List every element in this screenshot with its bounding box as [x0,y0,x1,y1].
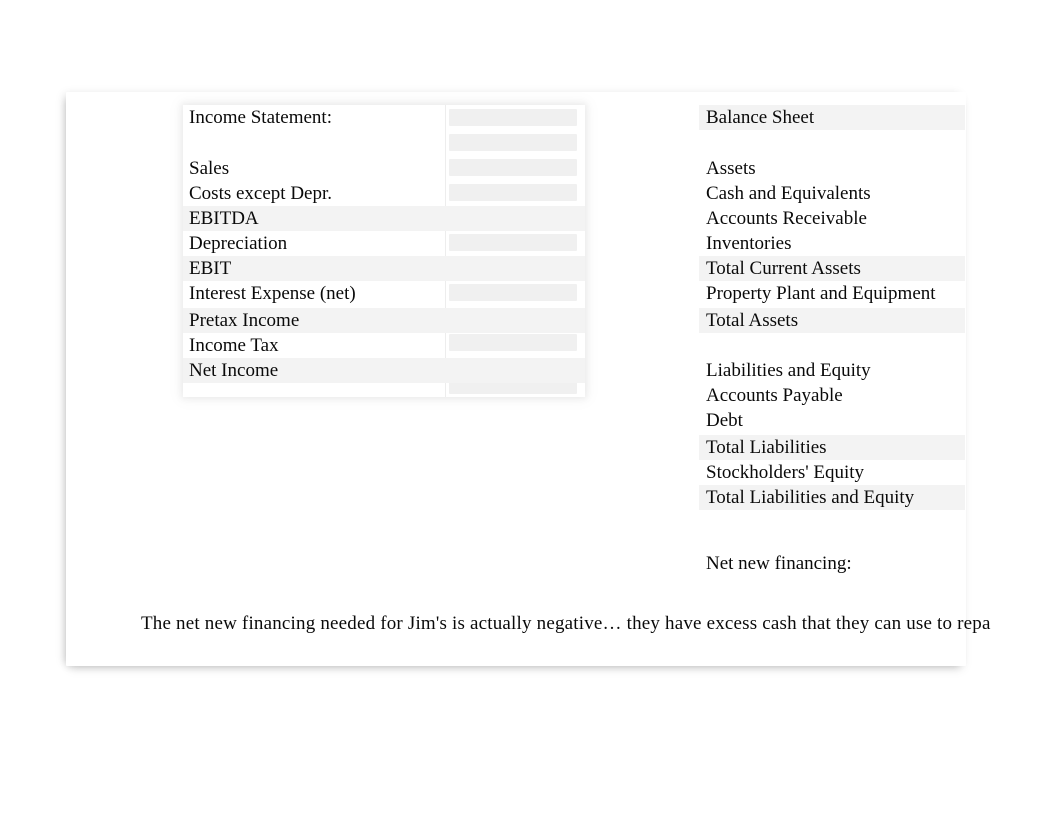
table-row[interactable]: Accounts Receivable [699,206,965,231]
table-row[interactable] [699,333,965,358]
table-row[interactable]: Assets [699,156,965,181]
balance-sheet-title: Balance Sheet [706,107,815,128]
table-row[interactable]: Total Liabilities [699,435,965,460]
table-row[interactable]: Costs except Depr. [183,181,585,206]
table-row[interactable]: Total Liabilities and Equity [699,485,965,510]
table-row[interactable]: Interest Expense (net) [183,281,585,306]
table-row[interactable]: Income Tax [183,333,585,358]
table-row[interactable]: Income Statement: [183,105,585,130]
balance-sheet-label-accounts-receivable: Accounts Receivable [706,208,867,229]
income-statement-label-net-income: Net Income [189,360,279,381]
balance-sheet-label-debt: Debt [706,410,743,431]
table-row[interactable]: Cash and Equivalents [699,181,965,206]
income-statement-label-ebit: EBIT [189,258,232,279]
table-row[interactable]: Accounts Payable [699,383,965,408]
table-row[interactable]: Property Plant and Equipment [699,281,965,306]
balance-sheet-label-total-current-assets: Total Current Assets [706,258,861,279]
income-statement-title: Income Statement: [189,107,332,128]
balance-sheet-label-liabilities-and-equity: Liabilities and Equity [706,360,871,381]
table-row[interactable] [699,130,965,155]
balance-sheet-label-total-assets: Total Assets [706,310,799,331]
table-row[interactable]: Stockholders' Equity [699,460,965,485]
table-row[interactable]: Total Current Assets [699,256,965,281]
income-statement-table[interactable]: Income Statement: Sales Costs except Dep… [183,105,585,397]
balance-sheet-label-assets: Assets [706,158,756,179]
commentary-text: The net new financing needed for Jim's i… [141,613,991,634]
balance-sheet-label-property-plant-and-equipment: Property Plant and Equipment [706,283,936,304]
table-row[interactable]: Pretax Income [183,308,585,333]
table-row[interactable]: Balance Sheet [699,105,965,130]
table-row[interactable]: EBIT [183,256,585,281]
income-statement-label-interest-expense: Interest Expense (net) [189,283,356,304]
income-statement-label-sales: Sales [189,158,230,179]
table-row[interactable]: Sales [183,156,585,181]
table-row[interactable] [183,130,585,155]
income-statement-label-income-tax: Income Tax [189,335,279,356]
balance-sheet-label-accounts-payable: Accounts Payable [706,385,843,406]
net-new-financing-label: Net new financing: [706,553,852,574]
table-row[interactable]: Net Income [183,358,585,383]
slide-canvas: Income Statement: Sales Costs except Dep… [0,0,1062,822]
table-row[interactable]: EBITDA [183,206,585,231]
table-row[interactable]: Total Assets [699,308,965,333]
income-statement-label-depreciation: Depreciation [189,233,288,254]
table-row[interactable]: Inventories [699,231,965,256]
balance-sheet-label-total-liabilities-and-equity: Total Liabilities and Equity [706,487,915,508]
balance-sheet-label-cash-and-equivalents: Cash and Equivalents [706,183,871,204]
balance-sheet-table[interactable]: Balance Sheet Assets Cash and Equivalent… [699,105,965,517]
table-row[interactable]: Depreciation [183,231,585,256]
income-statement-label-pretax-income: Pretax Income [189,310,300,331]
table-row[interactable]: Debt [699,408,965,433]
income-statement-label-ebitda: EBITDA [189,208,259,229]
balance-sheet-label-stockholders-equity: Stockholders' Equity [706,462,865,483]
income-statement-label-costs: Costs except Depr. [189,183,333,204]
balance-sheet-label-total-liabilities: Total Liabilities [706,437,827,458]
balance-sheet-label-inventories: Inventories [706,233,792,254]
table-row[interactable]: Liabilities and Equity [699,358,965,383]
